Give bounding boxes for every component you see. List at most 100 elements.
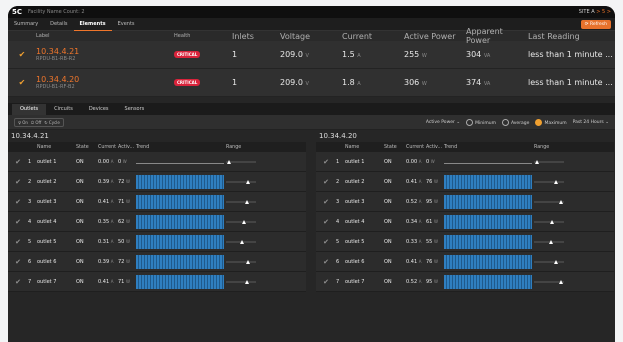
- tab-devices[interactable]: Devices: [81, 104, 117, 115]
- check-icon[interactable]: ✔: [8, 178, 28, 186]
- header-range[interactable]: Range: [534, 145, 614, 150]
- current-unit: A: [418, 278, 422, 284]
- power-on-button[interactable]: ♀ On: [18, 120, 28, 125]
- inlets-value: 1: [232, 78, 238, 87]
- period-select[interactable]: Past 24 Hours ⌄: [573, 120, 609, 125]
- check-icon[interactable]: ✔: [316, 198, 336, 206]
- device-row[interactable]: ✔ 10.34.4.21 RPDU-B1-RB-R2 CRITICAL 1 20…: [8, 41, 615, 69]
- power-off-button[interactable]: ⏻ Off: [31, 120, 41, 125]
- tab-details[interactable]: Details: [44, 18, 73, 30]
- power-cycle-button[interactable]: ↻ Cycle: [44, 120, 60, 125]
- range-marker-icon: [246, 179, 250, 184]
- header-current[interactable]: Current: [406, 145, 426, 150]
- app-window: 5C Facility Name Count: 2 SITE A > 5 > S…: [8, 6, 615, 342]
- check-icon[interactable]: ✔: [8, 218, 28, 226]
- check-icon[interactable]: ✔: [8, 278, 28, 286]
- outlet-state: ON: [384, 178, 392, 185]
- header-trend[interactable]: Trend: [444, 145, 534, 150]
- range-indicator: [226, 277, 256, 287]
- check-icon[interactable]: ✔: [316, 218, 336, 226]
- header-range[interactable]: Range: [226, 145, 306, 150]
- check-icon[interactable]: ✔: [8, 238, 28, 246]
- trend-cell: [444, 174, 534, 189]
- outlet-number: 2: [28, 178, 32, 185]
- radio-average[interactable]: Average: [501, 118, 529, 126]
- outlet-active-power: 95 W: [426, 279, 444, 285]
- header-apparent-power: Apparent Power: [466, 27, 503, 45]
- check-icon[interactable]: ✔: [316, 158, 336, 166]
- outlet-row[interactable]: ✔ 3 outlet 3 ON 0.41 A 71 W: [8, 192, 306, 212]
- site-breadcrumb[interactable]: SITE A > 5 >: [579, 9, 611, 15]
- check-icon[interactable]: ✔: [316, 178, 336, 186]
- device-name: RPDU-B1-RF-B2: [36, 84, 75, 90]
- radio-minimum[interactable]: Minimum: [466, 118, 496, 126]
- check-icon[interactable]: ✔: [316, 238, 336, 246]
- outlet-row[interactable]: ✔ 4 outlet 4 ON 0.35 A 62 W: [8, 212, 306, 232]
- check-icon[interactable]: ✔: [316, 258, 336, 266]
- refresh-button[interactable]: ⟳ Refresh: [580, 19, 611, 29]
- active-power-unit: W: [430, 158, 435, 164]
- device-ip[interactable]: 10.34.4.20: [36, 75, 174, 84]
- tab-outlets[interactable]: Outlets: [12, 104, 47, 115]
- outlet-active-power: 76 W: [426, 259, 444, 265]
- range-marker-icon: [240, 239, 244, 244]
- tab-events[interactable]: Events: [112, 18, 141, 30]
- refresh-label: Refresh: [590, 21, 607, 27]
- range-indicator: [534, 257, 564, 267]
- metric-select[interactable]: Active Power ⌄: [426, 120, 460, 125]
- tab-circuits[interactable]: Circuits: [46, 104, 81, 115]
- outlet-row[interactable]: ✔ 1 outlet 1 ON 0.00 A0 W: [8, 152, 306, 172]
- top-bar: 5C Facility Name Count: 2 SITE A > 5 >: [8, 6, 615, 18]
- header-active[interactable]: Activ...: [118, 145, 136, 150]
- outlet-active-power: 95 W: [426, 199, 444, 205]
- apparent-power-unit: VA: [483, 53, 491, 59]
- check-icon[interactable]: ✔: [8, 198, 28, 206]
- header-current[interactable]: Current: [98, 145, 118, 150]
- check-icon[interactable]: ✔: [316, 278, 336, 286]
- header-name[interactable]: Name: [37, 145, 76, 150]
- device-row[interactable]: ✔ 10.34.4.20 RPDU-B1-RF-B2 CRITICAL 1 20…: [8, 69, 615, 97]
- current-value: 1.8: [342, 78, 355, 87]
- active-power-unit: W: [421, 81, 427, 87]
- app-logo: 5C: [12, 8, 23, 16]
- check-icon[interactable]: ✔: [8, 258, 28, 266]
- outlet-current: 0.39 A: [98, 179, 118, 185]
- current-value: 0.33: [406, 238, 418, 245]
- radio-maximum[interactable]: Maximum: [535, 118, 567, 126]
- radio-icon: [466, 118, 474, 126]
- device-ip[interactable]: 10.34.4.21: [36, 47, 174, 56]
- range-indicator: [534, 157, 564, 167]
- current-value: 0.52: [406, 198, 418, 205]
- outlet-row[interactable]: ✔ 4 outlet 4 ON 0.34 A 61 W: [316, 212, 614, 232]
- outlet-active-power: 62 W: [118, 219, 136, 225]
- outlet-active-power: 0 W: [426, 159, 444, 165]
- trend-cell: [136, 234, 226, 249]
- header-name[interactable]: Name: [345, 145, 384, 150]
- tab-sensors[interactable]: Sensors: [117, 104, 153, 115]
- outlet-row[interactable]: ✔ 6 outlet 6 ON 0.41 A 76 W: [316, 252, 614, 272]
- outlet-row[interactable]: ✔ 6 outlet 6 ON 0.39 A 72 W: [8, 252, 306, 272]
- header-trend[interactable]: Trend: [136, 145, 226, 150]
- active-power-unit: W: [433, 198, 438, 204]
- power-control-group: ♀ On ⏻ Off ↻ Cycle: [14, 117, 64, 127]
- header-state[interactable]: State: [76, 145, 98, 150]
- active-power-unit: W: [125, 178, 130, 184]
- outlet-row[interactable]: ✔ 2 outlet 2 ON 0.39 A 72 W: [8, 172, 306, 192]
- outlet-row[interactable]: ✔ 1 outlet 1 ON 0.00 A0 W: [316, 152, 614, 172]
- outlet-state: ON: [76, 278, 84, 285]
- tab-summary[interactable]: Summary: [8, 18, 44, 30]
- outlet-row[interactable]: ✔ 3 outlet 3 ON 0.52 A 95 W: [316, 192, 614, 212]
- header-active[interactable]: Activ...: [426, 145, 444, 150]
- tab-elements[interactable]: Elements: [73, 18, 112, 31]
- trend-cell: [136, 214, 226, 229]
- outlet-row[interactable]: ✔ 7 outlet 7 ON 0.52 A 95 W: [316, 272, 614, 292]
- outlet-name: outlet 5: [345, 238, 365, 245]
- header-state[interactable]: State: [384, 145, 406, 150]
- outlet-row[interactable]: ✔ 5 outlet 5 ON 0.33 A 55 W: [316, 232, 614, 252]
- active-power-value: 306: [404, 78, 420, 87]
- panel-title: 10.34.4.21: [11, 132, 49, 140]
- check-icon[interactable]: ✔: [8, 158, 28, 166]
- outlet-row[interactable]: ✔ 5 outlet 5 ON 0.31 A 50 W: [8, 232, 306, 252]
- outlet-row[interactable]: ✔ 7 outlet 7 ON 0.41 A 71 W: [8, 272, 306, 292]
- outlet-row[interactable]: ✔ 2 outlet 2 ON 0.41 A 76 W: [316, 172, 614, 192]
